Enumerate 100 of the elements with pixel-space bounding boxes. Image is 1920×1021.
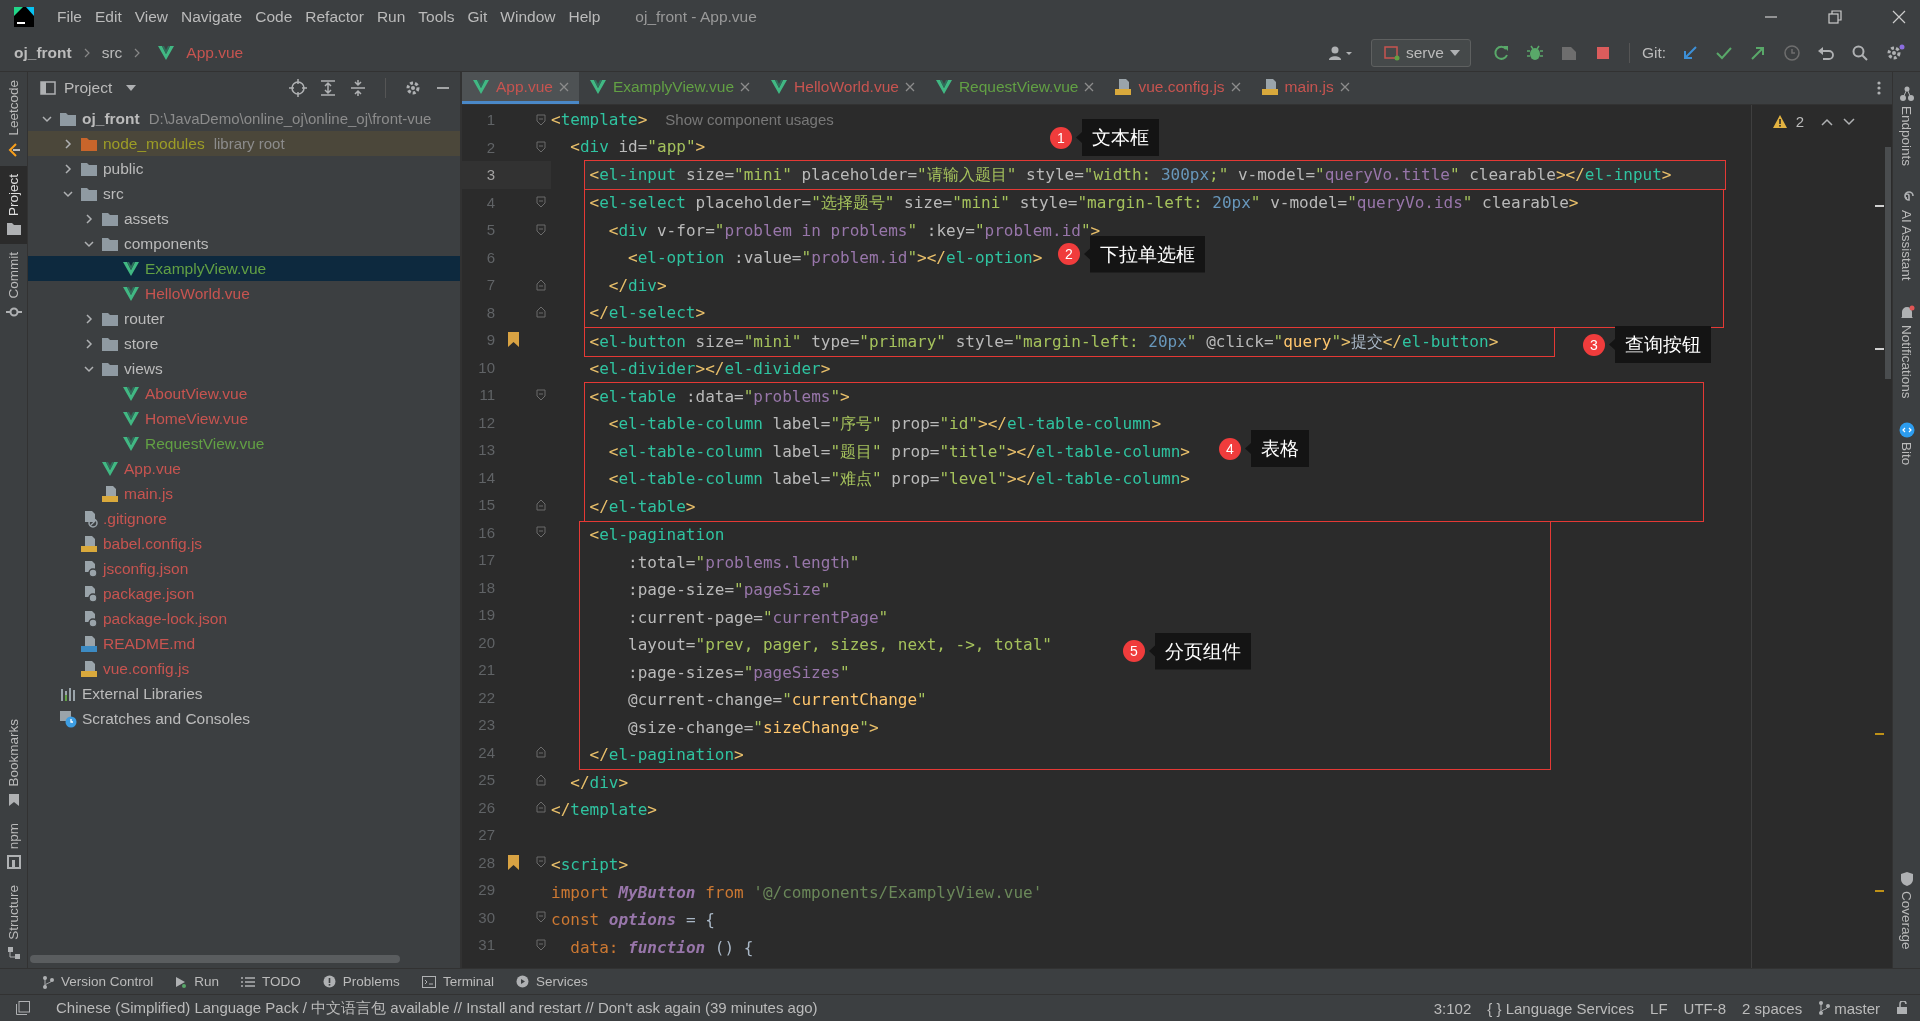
chevron-right-icon[interactable] [83,212,95,225]
locate-icon[interactable] [289,79,307,97]
editor-tab[interactable]: RequestView.vue [924,72,1105,104]
tool-window-button[interactable]: Version Control [42,974,154,989]
tree-item[interactable]: public [28,156,460,181]
fold-icon[interactable] [535,498,546,511]
tool-window-tab[interactable]: Bito [1893,416,1920,484]
tree-item[interactable]: oj_front D:\JavaDemo\online_oj\online_oj\front-vue [28,106,460,131]
menu-item[interactable]: Git [462,8,493,26]
tree-item[interactable]: assets [28,206,460,231]
tree-item[interactable]: RequestView.vue [28,431,460,456]
chevron-right-icon[interactable] [83,337,95,350]
chevron-right-icon[interactable] [62,137,74,150]
tool-window-button[interactable]: Problems [322,974,400,989]
tree-item[interactable]: src [28,181,460,206]
menu-item[interactable]: Help [563,8,606,26]
menu-item[interactable]: Run [371,8,411,26]
close-icon[interactable] [1230,81,1241,92]
fold-icon[interactable] [535,773,546,786]
tree-item[interactable]: router [28,306,460,331]
bookmark-icon[interactable] [508,332,519,348]
tool-window-button[interactable]: Services [515,974,588,989]
rerun-icon[interactable] [1491,43,1510,62]
file-encoding[interactable]: UTF-8 [1683,999,1727,1017]
chevron-right-icon[interactable] [62,162,74,175]
close-icon[interactable] [740,81,751,92]
update-arrow-icon[interactable] [1681,43,1699,62]
chevron-right-icon[interactable] [83,312,95,325]
fold-icon[interactable] [535,388,546,401]
fold-icon[interactable] [535,141,546,154]
tree-item[interactable]: node_modules library root [28,131,460,156]
collapse-all-icon[interactable] [349,79,367,97]
tree-item[interactable]: components [28,231,460,256]
tool-window-tab[interactable]: Coverage [1893,865,1920,968]
panel-title-dropdown[interactable]: Project [40,79,137,97]
tool-window-tab[interactable]: Project [0,165,27,244]
close-icon[interactable] [1339,81,1350,92]
history-icon[interactable] [1783,43,1801,62]
tree-item[interactable]: ExamplyView.vue [28,256,460,281]
indent-setting[interactable]: 2 spaces [1742,999,1803,1017]
language-services[interactable]: { } Language Services [1487,999,1635,1017]
panel-toggle-icon[interactable] [16,1001,30,1015]
tool-window-tab[interactable]: Notifications [1893,298,1920,417]
tool-window-tab[interactable]: AI Assistant [1893,184,1920,299]
caret-position[interactable]: 3:102 [1433,999,1472,1017]
fold-icon[interactable] [535,746,546,759]
user-icon[interactable] [1327,44,1354,61]
settings-icon[interactable] [1885,43,1905,62]
settings-icon[interactable] [404,79,422,97]
inlay-hint[interactable]: Show component usages [665,111,834,129]
tree-item[interactable]: views [28,356,460,381]
fold-icon[interactable] [535,306,546,319]
tree-item[interactable]: External Libraries [28,681,460,706]
status-message[interactable]: Chinese (Simplified) Language Pack / 中文语言包 available // Install and restart // Don't ask again (39 minutes ago) [56,998,818,1018]
menu-item[interactable]: Refactor [300,8,369,26]
chevron-up-icon[interactable] [1820,116,1834,127]
tree-item[interactable]: Scratches and Consoles [28,706,460,731]
menu-item[interactable]: Tools [413,8,460,26]
more-icon[interactable] [1876,80,1882,96]
fold-icon[interactable] [535,278,546,291]
fold-icon[interactable] [535,911,546,924]
fold-icon[interactable] [535,223,546,236]
scrollbar-thumb[interactable] [1885,147,1891,379]
restore-icon[interactable] [1828,10,1842,24]
tool-window-tab[interactable]: Commit [0,243,27,329]
tool-window-tab[interactable]: Endpoints [1893,80,1920,185]
tool-window-tab[interactable]: Leetcode [0,72,27,166]
fold-icon[interactable] [535,526,546,539]
tool-window-button[interactable]: TODO [241,974,301,989]
tool-window-button[interactable]: Terminal [421,974,494,989]
fold-icon[interactable] [535,196,546,209]
menu-item[interactable]: Code [250,8,298,26]
git-branch[interactable]: master [1818,999,1880,1017]
close-icon[interactable] [1892,10,1906,24]
bookmark-icon[interactable] [508,854,519,870]
debug-icon[interactable] [1525,43,1544,62]
line-ending[interactable]: LF [1650,999,1668,1017]
tool-window-tab[interactable]: npm [0,814,27,878]
breadcrumb-item[interactable]: oj_front [14,43,72,62]
fold-icon[interactable] [535,856,546,869]
close-icon[interactable] [1084,81,1095,92]
breadcrumb-item[interactable]: src [101,43,123,62]
tool-window-tab[interactable]: Bookmarks [0,711,27,815]
menu-item[interactable]: Navigate [176,8,248,26]
tool-window-tab[interactable]: Structure [0,877,27,968]
menu-item[interactable]: View [129,8,174,26]
chevron-down-icon[interactable] [1842,116,1856,127]
expand-all-icon[interactable] [319,79,337,97]
menu-item[interactable]: File [52,8,87,26]
run-config-dropdown[interactable]: serve [1370,38,1471,67]
tool-window-button[interactable]: Run [175,974,220,989]
editor-tab[interactable]: ExamplyView.vue [578,72,761,104]
fold-icon[interactable] [535,113,546,126]
fold-icon[interactable] [535,801,546,814]
close-icon[interactable] [904,81,915,92]
lock-icon[interactable] [1896,1001,1910,1015]
menu-item[interactable]: Edit [90,8,127,26]
fold-icon[interactable] [535,938,546,951]
warning-count[interactable]: 2 [1795,113,1804,130]
scrollbar-thumb[interactable] [30,955,400,963]
